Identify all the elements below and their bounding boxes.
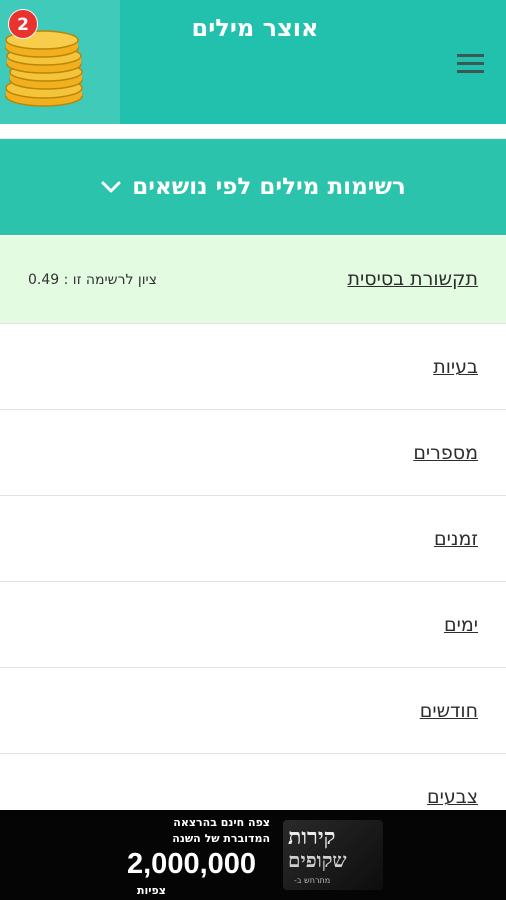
section-title: רשימות מילים לפי נושאים — [132, 174, 406, 200]
category-dropdown[interactable]: רשימות מילים לפי נושאים — [0, 139, 506, 235]
list-item-label[interactable]: ימים — [444, 614, 478, 636]
menu-icon — [457, 54, 484, 57]
coins-button[interactable]: 2 — [0, 0, 120, 124]
ad-line-2: המדוברת של השנה — [172, 832, 270, 845]
list-item[interactable]: ימים — [0, 582, 506, 668]
list-item-label[interactable]: תקשורת בסיסית — [348, 268, 479, 290]
ad-views-label: צפיות — [137, 884, 166, 897]
list-item-label[interactable]: צבעים — [427, 786, 478, 808]
list-score: ציון לרשימה זו : 0.49 — [28, 272, 157, 288]
list-item[interactable]: בעיות — [0, 324, 506, 410]
chevron-down-icon — [101, 181, 121, 193]
app-title: אוצר מילים — [191, 14, 319, 42]
list-item[interactable]: מספרים — [0, 410, 506, 496]
ad-brand-title: קירות — [288, 824, 336, 850]
word-lists: תקשורת בסיסית ציון לרשימה זו : 0.49 בעיו… — [0, 236, 506, 810]
list-item-label[interactable]: חודשים — [420, 700, 478, 722]
list-item[interactable]: תקשורת בסיסית ציון לרשימה זו : 0.49 — [0, 236, 506, 324]
list-item[interactable]: זמנים — [0, 496, 506, 582]
list-item[interactable]: צבעים — [0, 754, 506, 810]
menu-icon-bar — [457, 70, 484, 73]
app-header: 2 אוצר מילים — [0, 0, 506, 124]
header-divider — [0, 124, 506, 139]
list-item-label[interactable]: מספרים — [413, 442, 478, 464]
ad-banner[interactable]: קירות שקופים מתרחש ב- צפה חינם בהרצאה המ… — [0, 810, 506, 900]
ad-line-1: צפה חינם בהרצאה — [173, 816, 270, 829]
menu-icon-bar — [457, 62, 484, 65]
hamburger-menu-button[interactable] — [448, 46, 492, 82]
list-item-label[interactable]: בעיות — [433, 356, 478, 378]
coin-count-badge: 2 — [8, 9, 38, 39]
list-item[interactable]: חודשים — [0, 668, 506, 754]
ad-brand-subtitle: שקופים — [288, 848, 347, 872]
ad-brand-caption: מתרחש ב- — [294, 876, 331, 885]
list-item-label[interactable]: זמנים — [434, 528, 478, 550]
ad-views-number: 2,000,000 — [127, 848, 257, 880]
